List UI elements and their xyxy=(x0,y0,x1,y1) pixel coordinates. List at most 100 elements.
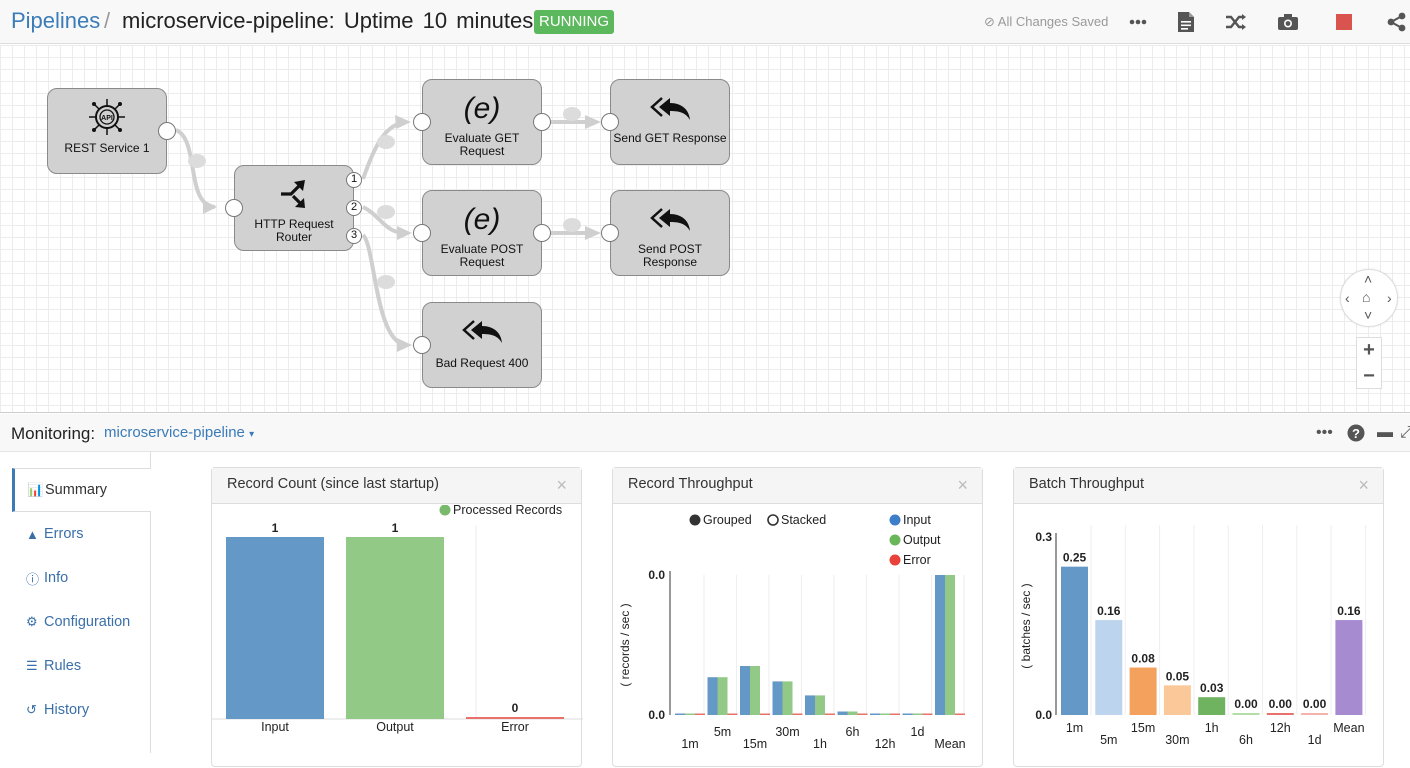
edge-router-bad xyxy=(361,233,406,347)
bar xyxy=(1301,713,1329,715)
stacked-label: Stacked xyxy=(781,513,826,527)
input-port[interactable] xyxy=(413,336,431,354)
edge-router-evalget xyxy=(361,120,406,180)
bar xyxy=(1335,620,1363,715)
input-port[interactable] xyxy=(413,113,431,131)
zoom-in-button[interactable]: + xyxy=(1357,338,1381,364)
panel-header: Record Throughput × xyxy=(613,468,982,504)
bar xyxy=(805,695,815,715)
sidebar-item-summary[interactable]: 📊 Summary xyxy=(12,468,151,512)
sidebar-item-history[interactable]: ↺ History xyxy=(12,688,150,732)
input-port[interactable] xyxy=(413,224,431,242)
sidebar-item-rules[interactable]: ☰ Rules xyxy=(12,644,150,688)
sidebar-item-label: Errors xyxy=(44,526,84,542)
x-tick-label: 1d xyxy=(911,725,925,739)
output-port[interactable] xyxy=(158,122,176,140)
stage-bad-request[interactable]: Bad Request 400 xyxy=(413,302,542,388)
stage-send-post-response[interactable]: Send POST Response xyxy=(601,190,730,276)
y-axis-label: ( records / sec ) xyxy=(618,603,632,686)
bar xyxy=(740,666,750,715)
pan-right-icon[interactable]: › xyxy=(1387,290,1392,306)
sidebar-item-label: History xyxy=(44,702,90,718)
bar xyxy=(750,666,760,715)
data-label: 0.03 xyxy=(1200,681,1224,695)
minimize-icon[interactable]: ▬ xyxy=(1377,424,1393,442)
pipeline-canvas[interactable]: API REST Service 1 HTTP Request Router 1… xyxy=(0,45,1410,413)
legend-dot xyxy=(889,514,901,526)
bar xyxy=(847,711,858,715)
stage-send-get-response[interactable]: Send GET Response xyxy=(601,79,730,165)
output-port[interactable] xyxy=(533,113,551,131)
x-tick-label: 30m xyxy=(1165,733,1189,747)
stage-evaluate-post[interactable]: (e) Evaluate POST Request xyxy=(413,190,551,276)
zoom-out-button[interactable]: − xyxy=(1357,364,1381,390)
sidebar-item-configuration[interactable]: ⚙ Configuration xyxy=(12,600,150,644)
input-port[interactable] xyxy=(225,199,243,217)
close-icon[interactable]: × xyxy=(1358,475,1369,496)
palette-icon xyxy=(563,107,581,121)
pan-left-icon[interactable]: ‹ xyxy=(1345,290,1350,306)
home-icon[interactable]: ⌂ xyxy=(1362,289,1370,305)
save-status-text: All Changes Saved xyxy=(997,14,1109,29)
sidebar-item-info[interactable]: ⓘ Info xyxy=(12,556,150,600)
legend-label: Processed Records xyxy=(453,505,562,517)
expression-icon: (e) xyxy=(423,199,541,239)
output-port[interactable] xyxy=(533,224,551,242)
stage-label: Send GET Response xyxy=(613,131,727,145)
svg-text:API: API xyxy=(101,115,113,122)
y-tick-label: 0.0 xyxy=(648,568,665,582)
expand-icon[interactable]: ⤢ xyxy=(1400,424,1410,442)
more-icon[interactable]: ••• xyxy=(1316,424,1333,442)
record-throughput-panel: Record Throughput × Grouped Stacked Input O… xyxy=(612,467,983,767)
x-tick-label: 1h xyxy=(1205,721,1219,735)
output-port-2[interactable]: 2 xyxy=(346,200,362,216)
x-tick-label: 6h xyxy=(1239,733,1253,747)
x-tick-label: 5m xyxy=(1100,733,1117,747)
sidebar-item-errors[interactable]: ▲ Errors xyxy=(12,512,150,556)
bar xyxy=(1129,667,1157,715)
batch-throughput-chart: 0.3 0.0 ( batches / sec ) 0.25 1m 0.16 5m 0.08 1… xyxy=(1019,525,1366,747)
svg-text:?: ? xyxy=(1352,426,1360,441)
x-tick-label: 1h xyxy=(813,737,827,751)
bar xyxy=(935,575,945,715)
pan-down-icon[interactable]: ˅ xyxy=(1364,307,1372,323)
caret-down-icon: ▾ xyxy=(249,429,255,440)
monitoring-bar: Monitoring: microservice-pipeline ▾ ••• … xyxy=(0,414,1410,452)
bar xyxy=(815,695,825,715)
camera-icon[interactable] xyxy=(1275,9,1301,35)
output-port-3[interactable]: 3 xyxy=(346,228,362,244)
x-tick-label: 5m xyxy=(714,725,731,739)
data-label: 0.16 xyxy=(1337,604,1361,618)
x-tick-label: 1d xyxy=(1308,733,1322,747)
info-icon: ⓘ xyxy=(26,571,40,587)
breadcrumb-pipelines-link[interactable]: Pipelines xyxy=(11,8,100,34)
legend-dot xyxy=(889,534,901,546)
pipeline-select-value: microservice-pipeline xyxy=(104,424,245,441)
stop-icon[interactable] xyxy=(1331,9,1357,35)
bar xyxy=(880,713,890,715)
stage-rest-service[interactable]: API REST Service 1 xyxy=(47,88,176,174)
document-icon[interactable] xyxy=(1173,9,1199,35)
bar xyxy=(825,713,835,715)
stage-evaluate-get[interactable]: (e) Evaluate GET Request xyxy=(413,79,551,165)
share-icon[interactable] xyxy=(1384,9,1410,35)
more-icon[interactable] xyxy=(1125,9,1151,35)
monitoring-label: Monitoring: xyxy=(11,424,96,443)
help-icon[interactable]: ? xyxy=(1347,424,1365,447)
bar xyxy=(772,681,783,715)
shuffle-icon[interactable] xyxy=(1223,9,1249,35)
pipeline-select[interactable]: microservice-pipeline ▾ xyxy=(104,424,254,441)
close-icon[interactable]: × xyxy=(556,475,567,496)
stage-http-router[interactable]: HTTP Request Router 1 2 3 xyxy=(225,165,362,251)
close-icon[interactable]: × xyxy=(957,475,968,496)
x-tick-label: 12h xyxy=(875,737,896,751)
bar-chart-icon: 📊 xyxy=(27,482,44,497)
gear-icon: ⚙ xyxy=(26,614,38,629)
input-port[interactable] xyxy=(601,224,619,242)
router-icon xyxy=(235,174,353,214)
x-tick-label: 1m xyxy=(1066,721,1083,735)
data-label: 0.00 xyxy=(1303,697,1327,711)
output-port-1[interactable]: 1 xyxy=(346,172,362,188)
input-port[interactable] xyxy=(601,113,619,131)
pan-up-icon[interactable]: ˄ xyxy=(1364,271,1372,287)
